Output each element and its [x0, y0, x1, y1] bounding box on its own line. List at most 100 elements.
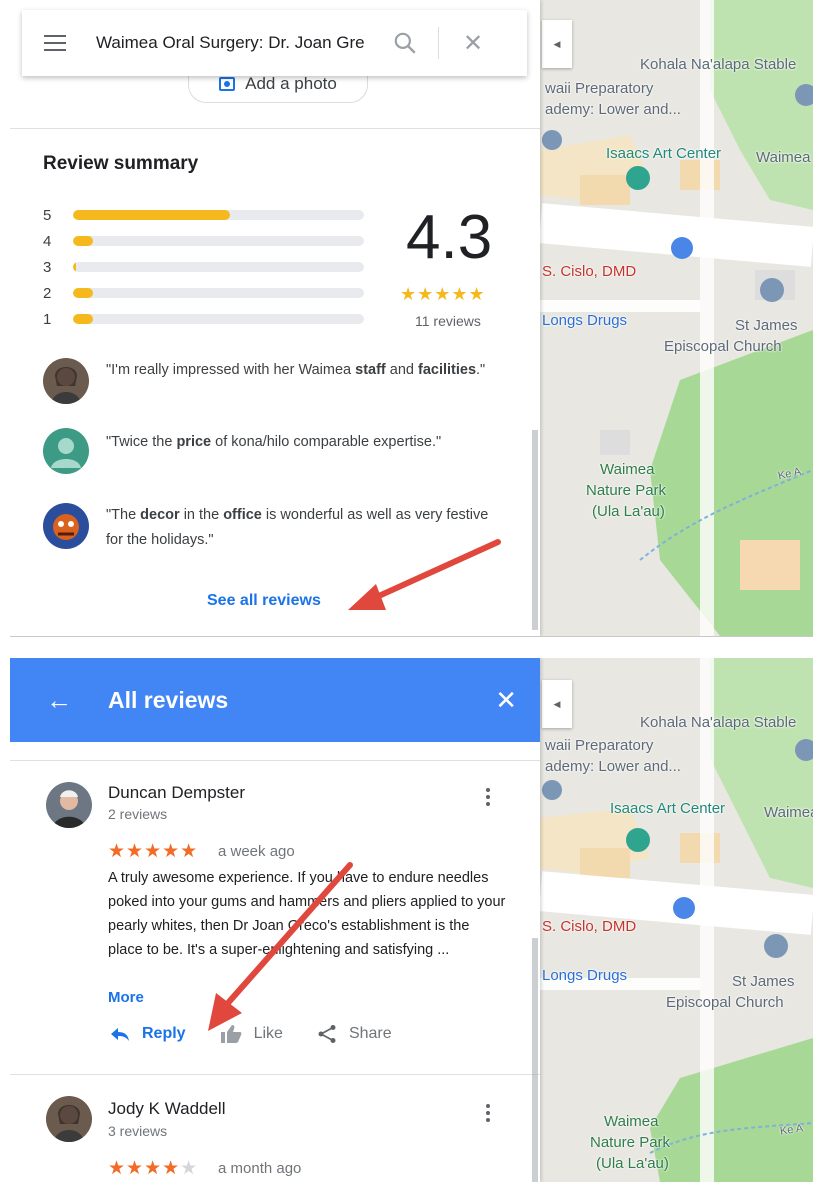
map-label-cislo[interactable]: S. Cislo, DMD — [542, 263, 636, 280]
scrollbar[interactable] — [532, 430, 538, 630]
more-options-icon[interactable] — [486, 788, 492, 806]
share-button[interactable]: Share — [317, 1024, 392, 1044]
review-stars: ★★★★★ — [108, 841, 199, 862]
pane-gap — [0, 637, 813, 658]
review-snippet[interactable]: "Twice the price of kona/hilo comparable… — [43, 428, 506, 474]
like-button[interactable]: Like — [220, 1024, 283, 1044]
average-stars: ★★★★★ — [400, 284, 486, 304]
map-label-park[interactable]: Waimea — [604, 1113, 658, 1130]
reviews-header: ← All reviews ✕ — [10, 658, 540, 742]
snippet-text: "The decor in the office is wonderful as… — [106, 507, 489, 548]
place-side-panel: Add a photo Waimea Oral Surgery: Dr. Joa… — [10, 0, 540, 636]
rating-bar-track — [73, 236, 364, 246]
average-score: 4.3 — [406, 203, 493, 272]
review-text: A truly awesome experience. If you have … — [108, 870, 506, 958]
scrollbar[interactable] — [532, 938, 538, 1182]
map-label-park-2[interactable]: Nature Park — [590, 1134, 670, 1151]
map-label-episcopal[interactable]: Episcopal Church — [666, 994, 784, 1011]
rating-bar-label: 3 — [43, 258, 52, 276]
reviewer-name[interactable]: Jody K Waddell — [108, 1099, 225, 1119]
rating-bar-row: 4 — [43, 228, 364, 254]
close-icon[interactable]: ✕ — [463, 29, 483, 58]
rating-bar-row: 5 — [43, 202, 364, 228]
reviews-side-panel: ← All reviews ✕ Duncan Dempster 2 review… — [10, 658, 540, 1182]
reply-button[interactable]: Reply — [110, 1025, 186, 1043]
rating-bar-fill — [73, 288, 94, 298]
rating-bar-label: 2 — [43, 284, 52, 302]
rating-bar-row: 2 — [43, 280, 364, 306]
camera-icon — [219, 77, 236, 91]
search-icon[interactable] — [392, 30, 418, 56]
more-link[interactable]: More — [108, 989, 144, 1006]
map-label-st-james[interactable]: St James — [732, 973, 795, 990]
top-screenshot-pane: Kohala Na'alapa Stable waii Preparatory … — [10, 0, 813, 638]
review-snippet[interactable]: "I'm really impressed with her Waimea st… — [43, 358, 506, 404]
thumbs-up-icon — [220, 1025, 241, 1043]
map-label-st-james[interactable]: St James — [735, 317, 798, 334]
map-label-waimea[interactable]: Waimea — [764, 804, 813, 821]
rating-bar-label: 5 — [43, 206, 52, 224]
map-label-hawaii-prep-2[interactable]: ademy: Lower and... — [545, 101, 681, 118]
map-label-hawaii-prep-2[interactable]: ademy: Lower and... — [545, 758, 681, 775]
review-item: Jody K Waddell 3 reviews ★★★★★ a month a… — [10, 1086, 540, 1182]
review-item: Duncan Dempster 2 reviews ★★★★★ a week a… — [10, 768, 540, 1068]
section-divider — [10, 760, 540, 761]
review-count-link[interactable]: 11 reviews — [415, 313, 481, 329]
search-bar: Waimea Oral Surgery: Dr. Joan Gre ✕ — [22, 10, 527, 76]
map-area[interactable]: Kohala Na'alapa Stable waii Preparatory … — [540, 658, 813, 1182]
reviewer-name[interactable]: Duncan Dempster — [108, 783, 245, 803]
rating-bar-track — [73, 262, 364, 272]
avatar[interactable] — [46, 782, 92, 828]
see-all-reviews-link[interactable]: See all reviews — [207, 592, 321, 610]
map-label-waimea[interactable]: Waimea — [756, 149, 810, 166]
rating-bar-row: 3 — [43, 254, 364, 280]
back-arrow-icon[interactable]: ← — [46, 685, 72, 716]
rating-bar-label: 1 — [43, 310, 52, 328]
more-options-icon[interactable] — [486, 1104, 492, 1122]
close-icon[interactable]: ✕ — [495, 685, 517, 716]
rating-bar-fill — [73, 210, 231, 220]
map-label-park[interactable]: Waimea — [600, 461, 654, 478]
review-divider — [10, 1074, 540, 1075]
hamburger-icon[interactable] — [44, 35, 74, 51]
avatar[interactable] — [46, 1096, 92, 1142]
map-area[interactable]: Kohala Na'alapa Stable waii Preparatory … — [540, 0, 813, 636]
rating-bar-track — [73, 210, 364, 220]
rating-bar-fill — [73, 314, 94, 324]
rating-bar-track — [73, 314, 364, 324]
review-actions: Reply Like Share — [110, 1024, 426, 1044]
map-label-isaacs[interactable]: Isaacs Art Center — [606, 145, 721, 162]
add-photo-label: Add a photo — [245, 74, 337, 93]
section-divider — [10, 128, 540, 129]
review-time: a month ago — [218, 1160, 302, 1177]
rating-bar-row: 1 — [43, 306, 364, 332]
map-label-kohala[interactable]: Kohala Na'alapa Stable — [640, 714, 796, 731]
review-snippet[interactable]: "The decor in the office is wonderful as… — [43, 503, 506, 553]
review-stars: ★★★★★ — [108, 1158, 199, 1179]
map-label-episcopal[interactable]: Episcopal Church — [664, 338, 782, 355]
rating-distribution: 5 4 3 2 1 — [43, 202, 364, 332]
search-divider — [438, 27, 439, 59]
search-input[interactable]: Waimea Oral Surgery: Dr. Joan Gre — [96, 33, 378, 53]
reviewer-review-count: 3 reviews — [108, 1123, 168, 1139]
rating-bar-fill — [73, 236, 94, 246]
rating-bar-fill — [73, 262, 76, 272]
share-icon — [318, 1025, 336, 1043]
map-label-longs-drugs[interactable]: Longs Drugs — [542, 967, 627, 984]
map-label-park-2[interactable]: Nature Park — [586, 482, 666, 499]
collapse-panel-button[interactable]: ◀ — [542, 20, 572, 68]
map-label-park-3[interactable]: (Ula La'au) — [596, 1155, 669, 1172]
map-label-isaacs[interactable]: Isaacs Art Center — [610, 800, 725, 817]
map-label-kohala[interactable]: Kohala Na'alapa Stable — [640, 56, 796, 73]
review-time: a week ago — [218, 843, 295, 860]
map-label-cislo[interactable]: S. Cislo, DMD — [542, 918, 636, 935]
avatar — [43, 428, 89, 474]
collapse-panel-button[interactable]: ◀ — [542, 680, 572, 728]
map-label-hawaii-prep[interactable]: waii Preparatory — [545, 80, 653, 97]
map-label-hawaii-prep[interactable]: waii Preparatory — [545, 737, 653, 754]
map-label-longs-drugs[interactable]: Longs Drugs — [542, 312, 627, 329]
rating-bar-track — [73, 288, 364, 298]
map-label-park-3[interactable]: (Ula La'au) — [592, 503, 665, 520]
bottom-screenshot-pane: Kohala Na'alapa Stable waii Preparatory … — [10, 658, 813, 1182]
rating-bar-label: 4 — [43, 232, 52, 250]
